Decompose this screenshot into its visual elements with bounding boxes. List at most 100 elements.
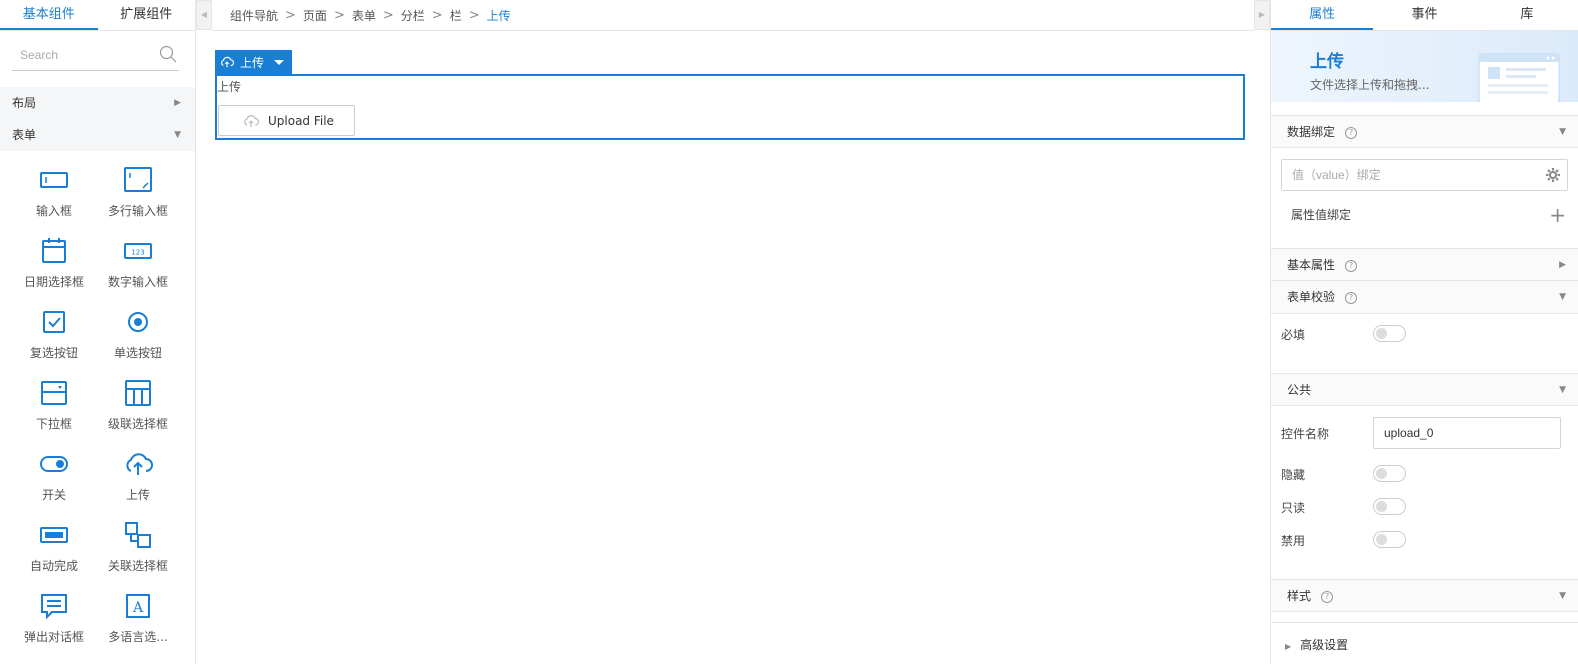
help-icon[interactable]: ? [1345, 126, 1358, 139]
number-input-icon: 123 [124, 243, 152, 259]
hidden-toggle[interactable] [1373, 465, 1406, 482]
relation-select-icon [125, 522, 151, 548]
upload-component[interactable]: 上传 Upload File [215, 74, 1245, 140]
component-hero: 上传 文件选择上传和拖拽... [1271, 31, 1578, 102]
palette-search [12, 41, 179, 71]
hidden-row: 隐藏 [1271, 458, 1578, 491]
component-label: 数字输入框 [107, 275, 168, 289]
component-label: 日期选择框 [23, 275, 84, 289]
help-icon[interactable]: ? [1345, 259, 1358, 272]
caret-right-icon: ▶ [174, 98, 181, 108]
gear-icon[interactable] [1545, 167, 1561, 183]
control-name-input[interactable] [1373, 417, 1561, 449]
section-label: 数据绑定 [1287, 125, 1336, 139]
top-bar: 组件导航 > 页面 > 表单 > 分栏 > 栏 > 上传 [212, 0, 1254, 31]
advanced-settings[interactable]: ▶ 高级设置 [1271, 622, 1578, 664]
component-label: 关联选择框 [107, 559, 168, 573]
component-upload[interactable]: 上传 [96, 449, 180, 505]
component-multilang[interactable]: A 多语言选... [96, 591, 180, 647]
component-label: 自动完成 [29, 559, 78, 573]
component-relation-select[interactable]: 关联选择框 [96, 520, 180, 576]
required-toggle[interactable] [1373, 325, 1406, 342]
component-label: 弹出对话框 [23, 630, 84, 644]
help-icon[interactable]: ? [1345, 291, 1358, 304]
help-icon[interactable]: ? [1321, 590, 1334, 603]
add-icon[interactable]: + [1549, 191, 1566, 239]
collapse-left-handle[interactable]: ◀ [196, 0, 212, 30]
component-dialog[interactable]: 弹出对话框 [12, 591, 96, 647]
chevron-right-icon: ▶ [1258, 10, 1266, 19]
hidden-label: 隐藏 [1281, 468, 1306, 482]
component-select[interactable]: 下拉框 [12, 378, 96, 434]
upload-button-label: Upload File [268, 113, 334, 128]
component-checkbox[interactable]: 复选按钮 [12, 307, 96, 363]
chevron-right-icon: > [285, 7, 296, 23]
tab-extended-components[interactable]: 扩展组件 [98, 0, 196, 30]
group-form-label: 表单 [12, 128, 37, 142]
breadcrumb-item[interactable]: 栏 [450, 7, 462, 24]
cloud-upload-icon [221, 56, 234, 68]
breadcrumb-item[interactable]: 组件导航 [230, 7, 278, 24]
group-form[interactable]: 表单 ▼ [0, 119, 195, 151]
disabled-toggle[interactable] [1373, 531, 1406, 548]
search-icon[interactable] [159, 45, 177, 63]
chevron-left-icon: ◀ [200, 10, 208, 19]
caret-down-icon: ▼ [1559, 292, 1566, 302]
search-input[interactable] [12, 41, 179, 69]
component-label: 单选按钮 [113, 346, 162, 360]
tab-basic-components[interactable]: 基本组件 [0, 0, 98, 30]
readonly-toggle[interactable] [1373, 498, 1406, 515]
section-label: 公共 [1287, 383, 1312, 397]
component-cascader[interactable]: 级联选择框 [96, 378, 180, 434]
section-label: 基本属性 [1287, 258, 1336, 272]
breadcrumb-item[interactable]: 分栏 [401, 7, 425, 24]
section-label: 样式 [1287, 589, 1312, 603]
group-layout[interactable]: 布局 ▶ [0, 87, 195, 119]
caret-down-icon[interactable] [274, 59, 285, 65]
value-binding-input[interactable] [1282, 160, 1567, 190]
radio-icon [128, 312, 148, 332]
selected-tag-label: 上传 [240, 55, 265, 70]
tab-library[interactable]: 库 [1476, 0, 1578, 30]
chevron-right-icon: > [333, 7, 345, 23]
component-input[interactable]: 输入框 [12, 165, 96, 221]
caret-down-icon: ▼ [174, 130, 181, 140]
section-common[interactable]: 公共 ▼ [1271, 373, 1578, 406]
palette-tabs: 基本组件 扩展组件 [0, 0, 195, 31]
dialog-icon [41, 594, 67, 620]
component-label: 级联选择框 [107, 417, 168, 431]
component-switch[interactable]: 开关 [12, 449, 96, 505]
selected-component-tag[interactable]: 上传 [215, 50, 292, 74]
tab-events[interactable]: 事件 [1373, 0, 1475, 30]
component-palette: 基本组件 扩展组件 布局 ▶ 表单 ▼ 输入框 多行输入框 [0, 0, 196, 664]
component-label: 多行输入框 [107, 204, 168, 218]
svg-text:123: 123 [131, 249, 144, 257]
component-date-picker[interactable]: 日期选择框 [12, 236, 96, 292]
breadcrumb-item[interactable]: 页面 [303, 7, 327, 24]
component-number-input[interactable]: 123 数字输入框 [96, 236, 180, 292]
section-validation[interactable]: 表单校验? ▼ [1271, 281, 1578, 314]
app-root: 基本组件 扩展组件 布局 ▶ 表单 ▼ 输入框 多行输入框 [0, 0, 1578, 664]
component-label: 开关 [41, 488, 66, 502]
section-data-binding[interactable]: 数据绑定? ▼ [1271, 115, 1578, 148]
caret-down-icon: ▼ [1559, 385, 1566, 395]
tab-properties[interactable]: 属性 [1271, 0, 1374, 30]
cascader-icon [125, 380, 151, 406]
disabled-label: 禁用 [1281, 534, 1306, 548]
component-textarea[interactable]: 多行输入框 [96, 165, 180, 221]
control-name-label: 控件名称 [1281, 427, 1330, 441]
breadcrumb-item[interactable]: 表单 [352, 7, 376, 24]
caret-right-icon: ▶ [1559, 260, 1566, 270]
component-radio[interactable]: 单选按钮 [96, 307, 180, 363]
textarea-icon [124, 167, 152, 192]
upload-file-button[interactable]: Upload File [218, 105, 355, 136]
caret-down-icon: ▼ [1559, 591, 1566, 601]
section-style[interactable]: 样式? ▼ [1271, 579, 1578, 612]
multilang-icon: A [126, 594, 150, 618]
component-autocomplete[interactable]: 自动完成 [12, 520, 96, 576]
section-basic-properties[interactable]: 基本属性? ▶ [1271, 248, 1578, 281]
group-layout-label: 布局 [12, 96, 37, 110]
breadcrumb-current[interactable]: 上传 [487, 7, 511, 24]
design-canvas[interactable]: 上传 上传 Upload File [196, 31, 1270, 664]
collapse-right-handle[interactable]: ▶ [1254, 0, 1270, 30]
